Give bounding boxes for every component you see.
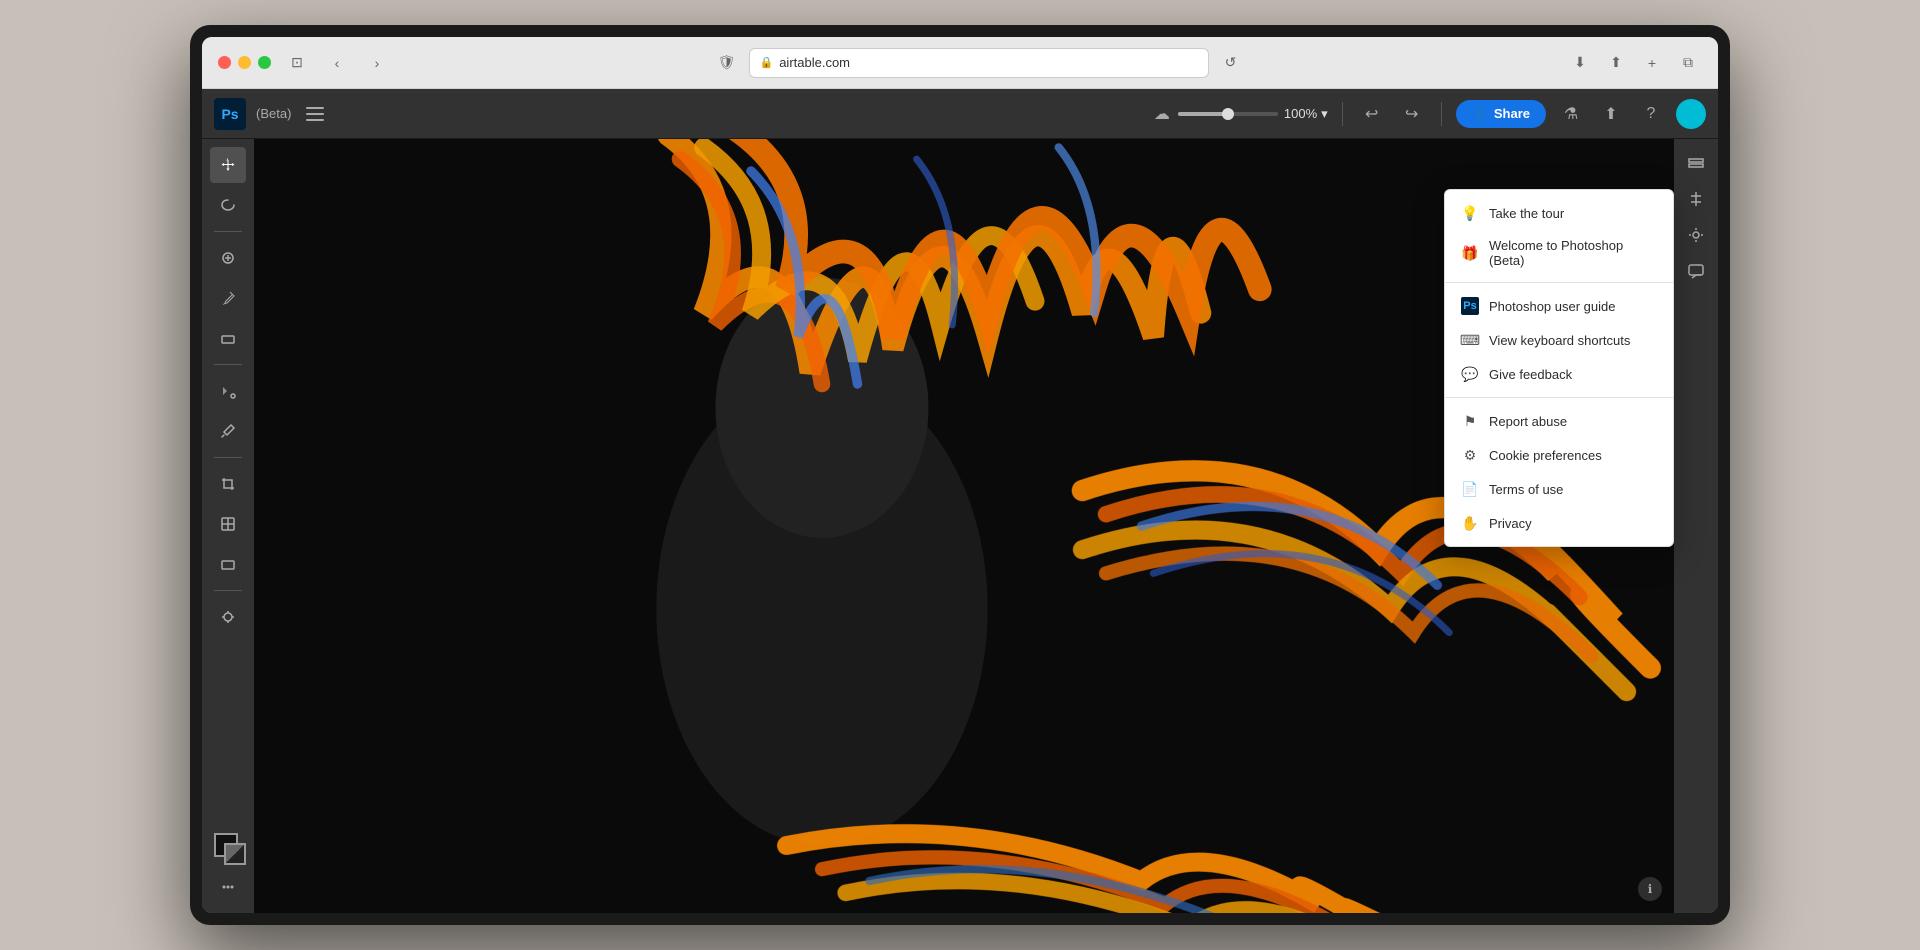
keyboard-icon: ⌨	[1461, 331, 1479, 349]
tool-separator-4	[214, 590, 242, 591]
download-btn[interactable]: ⬇	[1566, 49, 1594, 77]
flag-icon: ⚑	[1461, 412, 1479, 430]
welcome-label: Welcome to Photoshop (Beta)	[1489, 238, 1657, 268]
sample-tool-btn[interactable]	[210, 599, 246, 635]
brush-tool-btn[interactable]	[210, 280, 246, 316]
ps-guide-icon: Ps	[1461, 297, 1479, 315]
address-bar[interactable]: 🔒 airtable.com	[749, 48, 1209, 78]
tool-separator-1	[214, 231, 242, 232]
zoom-slider-container: 100% ▾	[1178, 106, 1328, 122]
keyboard-shortcuts-label: View keyboard shortcuts	[1489, 333, 1630, 348]
redo-btn[interactable]: ↪	[1397, 99, 1427, 129]
keyboard-shortcuts-item[interactable]: ⌨ View keyboard shortcuts	[1445, 323, 1673, 357]
back-btn[interactable]: ‹	[323, 49, 351, 77]
export-btn[interactable]: ⬆	[1596, 99, 1626, 129]
lock-icon: 🔒	[760, 56, 774, 69]
adjustments-panel-btn[interactable]	[1680, 183, 1712, 215]
document-icon: 📄	[1461, 480, 1479, 498]
healing-tool-btn[interactable]	[210, 240, 246, 276]
help-dropdown-menu: 💡 Take the tour 🎁 Welcome to Photoshop (…	[1444, 189, 1674, 547]
zoom-slider[interactable]	[1178, 112, 1278, 116]
reload-btn[interactable]: ↺	[1217, 49, 1245, 77]
lasso-tool-btn[interactable]	[210, 187, 246, 223]
report-abuse-item[interactable]: ⚑ Report abuse	[1445, 404, 1673, 438]
browser-window: ⊡ ‹ › 🛡 🔒 airtable.com ↺ ⬇ ⬆ + ⧉	[202, 37, 1718, 913]
gift-icon: 🎁	[1461, 244, 1479, 262]
user-guide-item[interactable]: Ps Photoshop user guide	[1445, 289, 1673, 323]
dropdown-divider-2	[1445, 397, 1673, 398]
flask-icon-btn[interactable]: ⚗	[1556, 99, 1586, 129]
tool-separator-2	[214, 364, 242, 365]
crop-tool-btn[interactable]	[210, 466, 246, 502]
eyedropper-tool-btn[interactable]	[210, 413, 246, 449]
tool-separator-3	[214, 457, 242, 458]
traffic-lights	[218, 56, 271, 69]
forward-btn[interactable]: ›	[363, 49, 391, 77]
cookie-preferences-item[interactable]: ⚙ Cookie preferences	[1445, 438, 1673, 472]
privacy-item[interactable]: ✋ Privacy	[1445, 506, 1673, 540]
give-feedback-label: Give feedback	[1489, 367, 1572, 382]
give-feedback-item[interactable]: 💬 Give feedback	[1445, 357, 1673, 391]
lightbulb-icon: 💡	[1461, 204, 1479, 222]
beta-label: (Beta)	[256, 106, 291, 121]
layers-panel-btn[interactable]	[1680, 147, 1712, 179]
take-tour-item[interactable]: 💡 Take the tour	[1445, 196, 1673, 230]
dropdown-divider-1	[1445, 282, 1673, 283]
menu-hamburger-btn[interactable]	[301, 100, 329, 128]
app-area: Ps (Beta) ☁	[202, 89, 1718, 913]
color-swatches[interactable]	[210, 829, 246, 865]
zoom-dropdown[interactable]: 100% ▾	[1284, 106, 1328, 122]
toolbar-divider	[1342, 102, 1343, 126]
cookie-icon: ⚙	[1461, 446, 1479, 464]
maximize-window-btn[interactable]	[258, 56, 271, 69]
paint-bucket-tool-btn[interactable]	[210, 373, 246, 409]
tab-view-btn[interactable]: ⊡	[283, 49, 311, 77]
terms-of-use-item[interactable]: 📄 Terms of use	[1445, 472, 1673, 506]
help-btn[interactable]: ?	[1636, 99, 1666, 129]
shield-icon: 🛡	[713, 49, 741, 77]
more-tools-btn[interactable]	[210, 869, 246, 905]
minimize-window-btn[interactable]	[238, 56, 251, 69]
frame-tool-btn[interactable]	[210, 506, 246, 542]
macbook-frame: ⊡ ‹ › 🛡 🔒 airtable.com ↺ ⬇ ⬆ + ⧉	[190, 25, 1730, 925]
comment-panel-btn[interactable]	[1680, 255, 1712, 287]
info-btn[interactable]: ℹ	[1638, 877, 1662, 901]
app-toolbar: Ps (Beta) ☁	[202, 89, 1718, 139]
undo-btn[interactable]: ↩	[1357, 99, 1387, 129]
tabs-btn[interactable]: ⧉	[1674, 49, 1702, 77]
cloud-sync-btn[interactable]: ☁	[1154, 104, 1170, 124]
right-panel	[1674, 139, 1718, 913]
share-btn[interactable]: 👤 Share	[1456, 100, 1546, 128]
browser-actions: ⬇ ⬆ + ⧉	[1566, 49, 1702, 77]
properties-panel-btn[interactable]	[1680, 219, 1712, 251]
report-abuse-label: Report abuse	[1489, 414, 1567, 429]
share-browser-btn[interactable]: ⬆	[1602, 49, 1630, 77]
toolbar-divider-2	[1441, 102, 1442, 126]
move-tool-btn[interactable]	[210, 147, 246, 183]
frame-tool-2-btn[interactable]	[210, 546, 246, 582]
close-window-btn[interactable]	[218, 56, 231, 69]
background-color-swatch[interactable]	[224, 843, 246, 865]
terms-of-use-label: Terms of use	[1489, 482, 1563, 497]
browser-toolbar: ⊡ ‹ › 🛡 🔒 airtable.com ↺ ⬇ ⬆ + ⧉	[202, 37, 1718, 89]
user-avatar-btn[interactable]	[1676, 99, 1706, 129]
welcome-item[interactable]: 🎁 Welcome to Photoshop (Beta)	[1445, 230, 1673, 276]
hand-icon: ✋	[1461, 514, 1479, 532]
ps-logo: Ps	[214, 98, 246, 130]
address-bar-container: 🛡 🔒 airtable.com ↺	[403, 48, 1554, 78]
url-text: airtable.com	[779, 55, 850, 70]
new-tab-btn[interactable]: +	[1638, 49, 1666, 77]
left-toolbar	[202, 139, 254, 913]
share-icon: 👤	[1472, 106, 1488, 122]
feedback-icon: 💬	[1461, 365, 1479, 383]
main-content: ℹ	[202, 139, 1718, 913]
cookie-preferences-label: Cookie preferences	[1489, 448, 1602, 463]
privacy-label: Privacy	[1489, 516, 1532, 531]
cloud-controls: ☁ 100% ▾	[1154, 104, 1328, 124]
take-tour-label: Take the tour	[1489, 206, 1564, 221]
eraser-tool-btn[interactable]	[210, 320, 246, 356]
user-guide-label: Photoshop user guide	[1489, 299, 1615, 314]
